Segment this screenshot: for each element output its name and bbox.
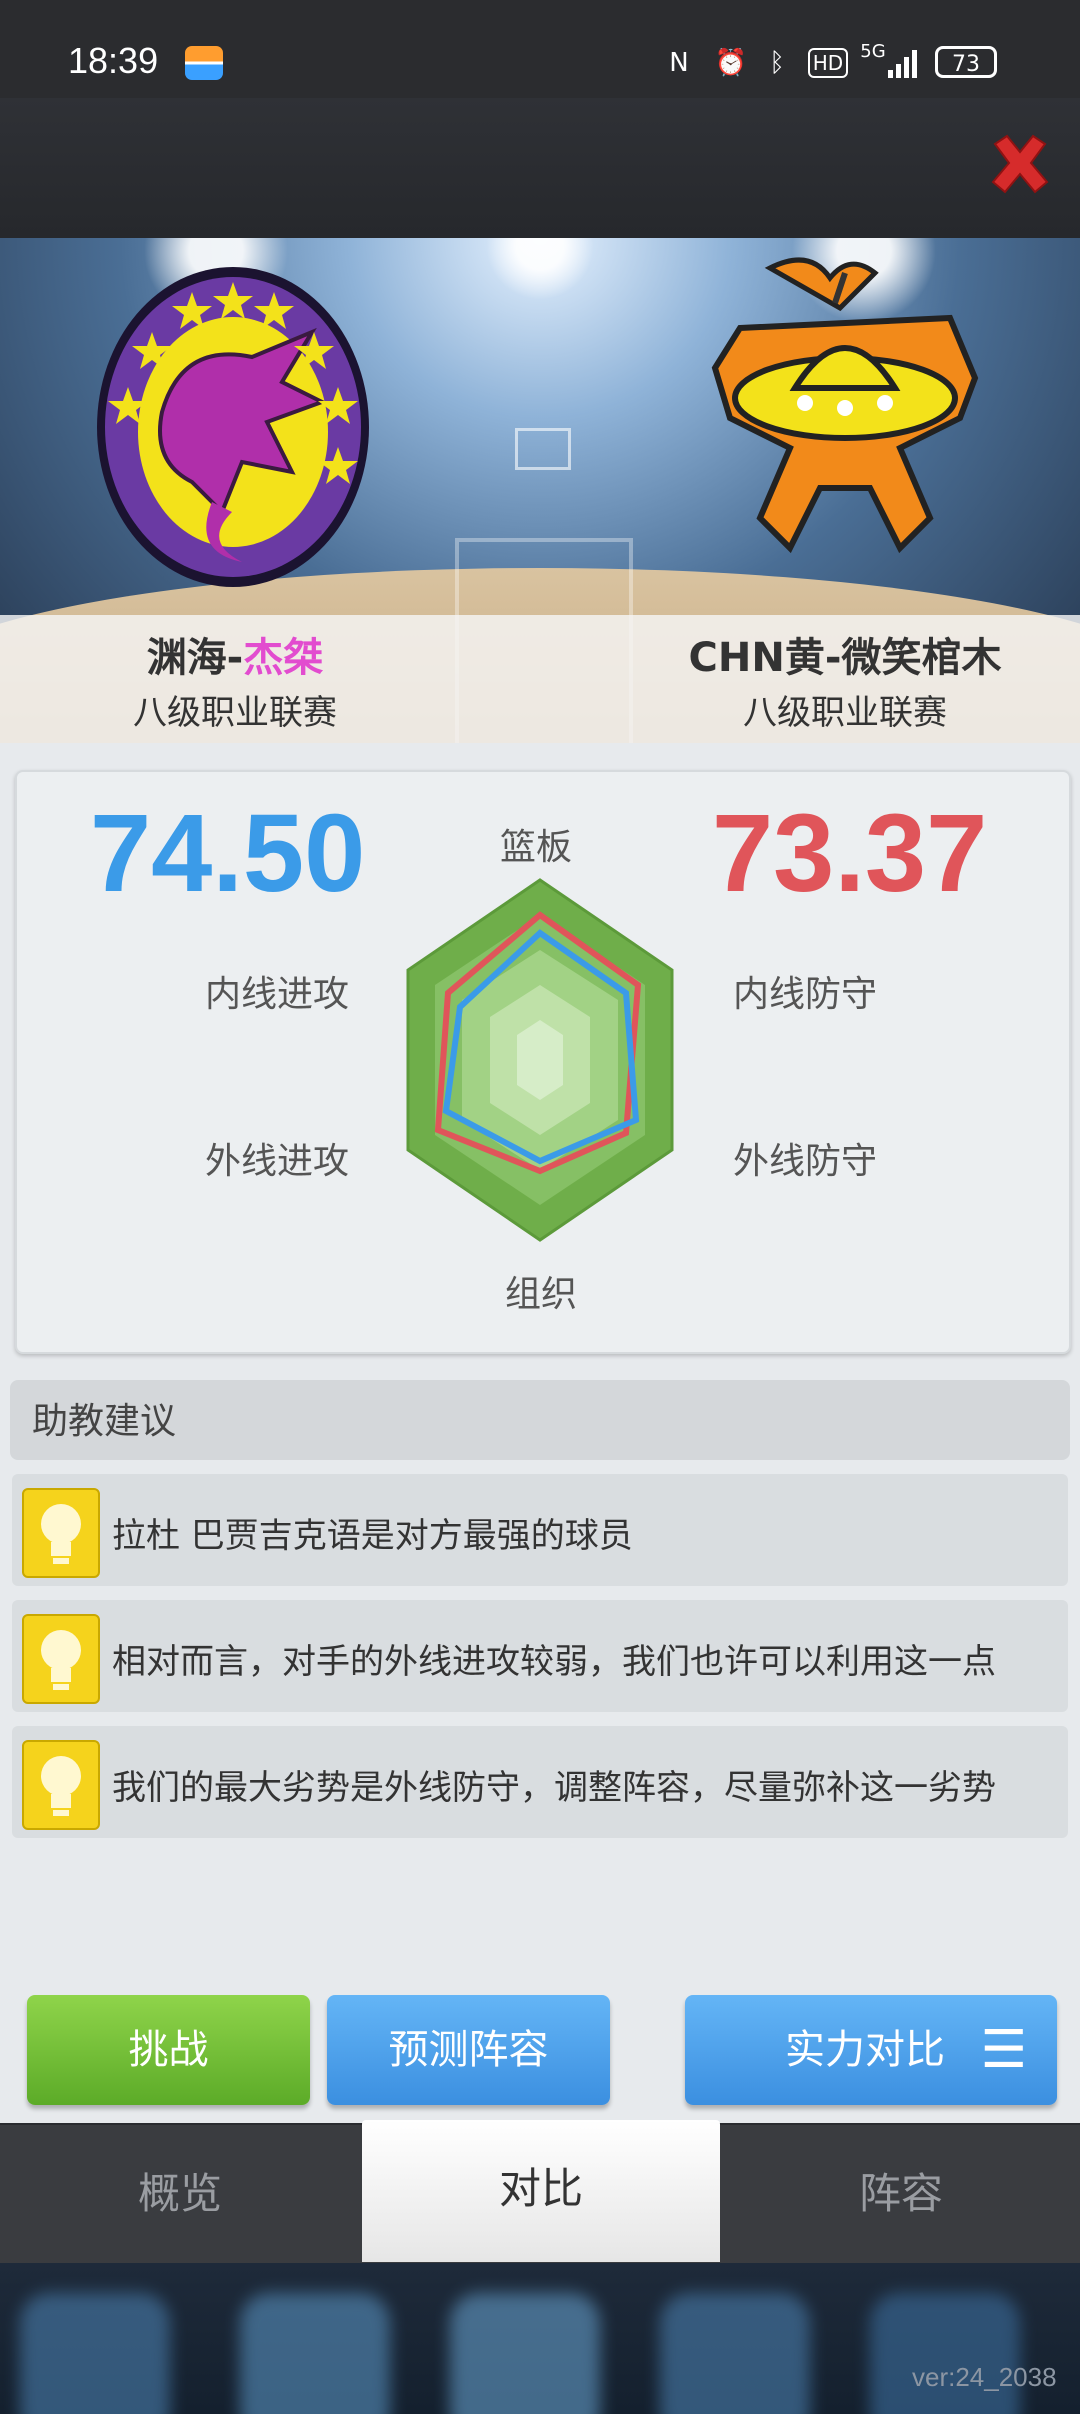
tab-compare[interactable]: 对比 [362,2120,720,2262]
tab-lineup[interactable]: 阵容 [722,2125,1080,2263]
advice-item: 拉杜 巴贾吉克语是对方最强的球员 [12,1474,1068,1586]
lightbulb-icon [22,1614,100,1704]
advice-text: 我们的最大劣势是外线防守，调整阵容，尽量弥补这一劣势 [112,1768,996,1808]
blurred-nav-icon [240,2293,390,2414]
radar-label-rebound: 篮板 [500,827,573,868]
away-team-league: 八级职业联赛 [743,693,947,733]
home-team-name-highlight: 杰桀 [243,635,324,681]
advice-text: 相对而言，对手的外线进攻较弱，我们也许可以利用这一点 [112,1642,996,1682]
network-type: 5G [860,41,886,62]
lightbulb-icon [22,1488,100,1578]
away-score: 73.37 [712,792,988,915]
app-notification-icon [185,46,223,80]
blurred-nav-icon [20,2293,170,2414]
radar-label-inside-offense: 内线进攻 [205,974,350,1015]
home-score: 74.50 [90,792,366,915]
home-team-name[interactable]: 渊海-杰桀 [60,625,410,683]
radar-ring-inner [517,1020,563,1100]
radar-label-outside-defense: 外线防守 [733,1141,878,1182]
challenge-button[interactable]: 挑战 [27,1995,310,2105]
close-icon[interactable] [985,130,1055,200]
advice-item: 我们的最大劣势是外线防守，调整阵容，尽量弥补这一劣势 [12,1726,1068,1838]
signal-icon [888,50,917,78]
status-time: 18:39 [68,40,159,81]
hd-icon: HD [808,48,848,78]
radar-label-organize: 组织 [505,1274,578,1315]
tab-overview[interactable]: 概览 [0,2125,360,2263]
lightbulb-icon [22,1740,100,1830]
bluetooth-icon: ᛒ [769,48,785,78]
radar-chart [406,878,674,1242]
advice-title: 助教建议 [32,1401,177,1442]
menu-icon[interactable]: ☰ [980,1995,1027,2105]
radar-label-outside-offense: 外线进攻 [205,1141,350,1182]
backboard [515,428,571,470]
home-team-league: 八级职业联赛 [133,693,337,733]
blurred-nav-icon [870,2293,1020,2414]
header-bar [0,98,1080,238]
blurred-nav-icon [660,2293,810,2414]
strength-compare-label: 实力对比 [785,2027,945,2073]
away-team-logo [711,257,979,554]
advice-item: 相对而言，对手的外线进攻较弱，我们也许可以利用这一点 [12,1600,1068,1712]
blurred-nav-icon [450,2293,600,2414]
home-team-name-prefix: 渊海- [146,635,244,681]
version-label: ver:24_2038 [912,2362,1057,2392]
nfc-icon: N [669,48,689,78]
away-team-name[interactable]: CHN黄-微笑棺木 [660,625,1030,683]
alarm-icon: ⏰ [714,48,748,78]
radar-label-inside-defense: 内线防守 [733,974,878,1015]
advice-text: 拉杜 巴贾吉克语是对方最强的球员 [112,1516,633,1556]
home-team-logo [97,267,369,587]
strength-compare-button[interactable]: 实力对比 ☰ [685,1995,1057,2105]
predict-lineup-button[interactable]: 预测阵容 [327,1995,610,2105]
battery-icon: 73 [935,46,997,78]
